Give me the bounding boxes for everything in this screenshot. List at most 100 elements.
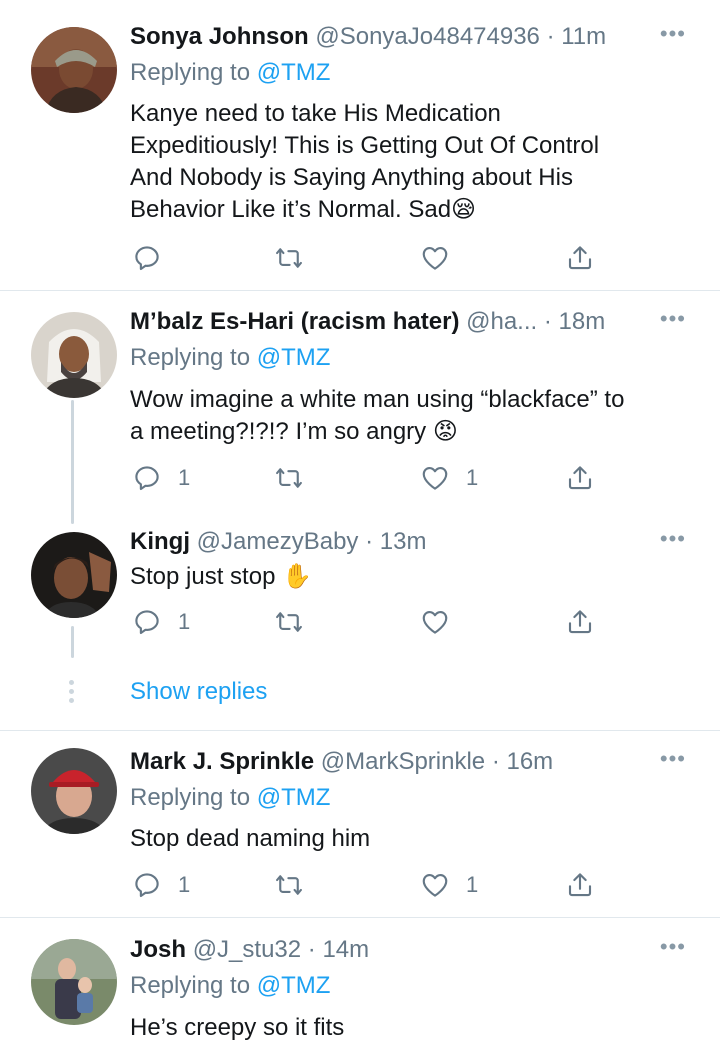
- replying-to: Replying to @TMZ: [130, 58, 330, 88]
- share-button[interactable]: [565, 242, 595, 274]
- reply-count: 1: [178, 609, 191, 634]
- like-button[interactable]: [420, 242, 466, 274]
- reply-icon: [132, 463, 162, 493]
- thread-line: [71, 626, 74, 658]
- reply-button[interactable]: 1: [132, 869, 190, 901]
- user-handle[interactable]: @J_stu32: [193, 936, 301, 963]
- reply-button[interactable]: 1: [132, 462, 190, 494]
- retweet-button[interactable]: [274, 606, 320, 638]
- tweet-text-line: Kanye need to take His Medication: [130, 100, 501, 127]
- replying-mention[interactable]: @TMZ: [257, 972, 331, 999]
- like-count: 1: [466, 872, 479, 897]
- replying-to: Replying to @TMZ: [130, 343, 330, 373]
- replying-mention[interactable]: @TMZ: [257, 784, 331, 811]
- avatar-image: [31, 532, 117, 618]
- display-name[interactable]: Sonya Johnson: [130, 23, 309, 50]
- tweet-sonya[interactable]: Sonya Johnson @SonyaJo48474936 · 11m •••…: [0, 0, 720, 292]
- reply-button[interactable]: 1: [132, 606, 190, 638]
- avatar[interactable]: [31, 312, 117, 398]
- avatar[interactable]: [31, 939, 117, 1025]
- tweet-text: Stop just stop ✋: [130, 561, 690, 593]
- share-button[interactable]: [565, 462, 595, 494]
- display-name[interactable]: M’balz Es-Hari (racism hater): [130, 308, 459, 335]
- display-name[interactable]: Mark J. Sprinkle: [130, 748, 314, 775]
- share-icon: [565, 870, 595, 900]
- share-icon: [565, 607, 595, 637]
- retweet-icon: [274, 243, 304, 273]
- action-bar: 1 1: [130, 869, 610, 901]
- reply-icon: [132, 607, 162, 637]
- avatar[interactable]: [31, 27, 117, 113]
- replying-to: Replying to @TMZ: [130, 971, 330, 1001]
- retweet-button[interactable]: [274, 869, 320, 901]
- heart-icon: [420, 607, 450, 637]
- thread-line: [71, 400, 74, 524]
- replying-label: Replying to: [130, 972, 251, 999]
- avatar-image: [31, 312, 117, 398]
- avatar-image: [31, 748, 117, 834]
- tweet-header: Kingj @JamezyBaby · 13m •••: [130, 527, 700, 557]
- tweet-header: Sonya Johnson @SonyaJo48474936 · 11m •••: [130, 22, 700, 52]
- reply-icon: [132, 243, 162, 273]
- share-icon: [565, 243, 595, 273]
- display-name[interactable]: Josh: [130, 936, 186, 963]
- thread-dots: [69, 680, 75, 707]
- like-button[interactable]: [420, 606, 466, 638]
- user-handle[interactable]: @ha...: [466, 308, 537, 335]
- user-handle[interactable]: @MarkSprinkle: [321, 748, 485, 775]
- replying-label: Replying to: [130, 59, 251, 86]
- timestamp[interactable]: · 11m: [547, 23, 607, 50]
- reply-count: 1: [178, 872, 191, 897]
- heart-icon: [420, 243, 450, 273]
- share-icon: [565, 463, 595, 493]
- retweet-button[interactable]: [274, 242, 320, 274]
- tweet-header: M’balz Es-Hari (racism hater) @ha... · 1…: [130, 307, 700, 337]
- tweet-header: Josh @J_stu32 · 14m •••: [130, 935, 700, 965]
- tweet-text: Kanye need to take His Medication Expedi…: [130, 98, 690, 226]
- tweet-mbalz[interactable]: M’balz Es-Hari (racism hater) @ha... · 1…: [0, 291, 720, 521]
- more-icon[interactable]: •••: [660, 22, 686, 46]
- avatar[interactable]: [31, 748, 117, 834]
- display-name[interactable]: Kingj: [130, 528, 190, 555]
- like-count: 1: [466, 465, 479, 490]
- avatar-image: [31, 27, 117, 113]
- action-bar: 1 1: [130, 462, 610, 494]
- reply-icon: [132, 870, 162, 900]
- more-icon[interactable]: •••: [660, 307, 686, 331]
- reply-button[interactable]: [132, 242, 178, 274]
- tweet-text-line: a meeting?!?!? I’m so angry 😡: [130, 418, 458, 445]
- more-icon[interactable]: •••: [660, 527, 686, 551]
- like-button[interactable]: 1: [420, 462, 478, 494]
- timestamp[interactable]: · 16m: [492, 748, 553, 775]
- tweet-josh[interactable]: Josh @J_stu32 · 14m ••• Replying to @TMZ…: [0, 918, 720, 1053]
- tweet-text-line: Behavior Like it’s Normal. Sad😪: [130, 196, 477, 223]
- more-icon[interactable]: •••: [660, 935, 686, 959]
- timestamp[interactable]: · 18m: [544, 308, 605, 335]
- retweet-button[interactable]: [274, 462, 320, 494]
- show-replies-link[interactable]: Show replies: [130, 677, 267, 707]
- retweet-icon: [274, 607, 304, 637]
- timestamp[interactable]: · 13m: [365, 528, 426, 555]
- tweet-text: Wow imagine a white man using “blackface…: [130, 384, 690, 448]
- replying-mention[interactable]: @TMZ: [257, 59, 331, 86]
- tweet-text: He’s creepy so it fits: [130, 1012, 690, 1044]
- tweet-mark[interactable]: Mark J. Sprinkle @MarkSprinkle · 16m •••…: [0, 731, 720, 917]
- share-button[interactable]: [565, 606, 595, 638]
- replying-to: Replying to @TMZ: [130, 783, 330, 813]
- user-handle[interactable]: @SonyaJo48474936: [315, 23, 540, 50]
- tweet-text-line: He’s creepy so it fits: [130, 1014, 345, 1041]
- share-button[interactable]: [565, 869, 595, 901]
- tweet-text: Stop dead naming him: [130, 823, 690, 855]
- heart-icon: [420, 870, 450, 900]
- tweet-kingj[interactable]: Kingj @JamezyBaby · 13m ••• Stop just st…: [0, 521, 720, 731]
- more-icon[interactable]: •••: [660, 747, 686, 771]
- action-bar: 1: [130, 606, 610, 638]
- avatar[interactable]: [31, 532, 117, 618]
- like-button[interactable]: 1: [420, 869, 478, 901]
- timestamp[interactable]: · 14m: [308, 936, 369, 963]
- tweet-text-line: Expeditiously! This is Getting Out Of Co…: [130, 132, 600, 159]
- replying-mention[interactable]: @TMZ: [257, 344, 331, 371]
- heart-icon: [420, 463, 450, 493]
- user-handle[interactable]: @JamezyBaby: [197, 528, 359, 555]
- replying-label: Replying to: [130, 344, 251, 371]
